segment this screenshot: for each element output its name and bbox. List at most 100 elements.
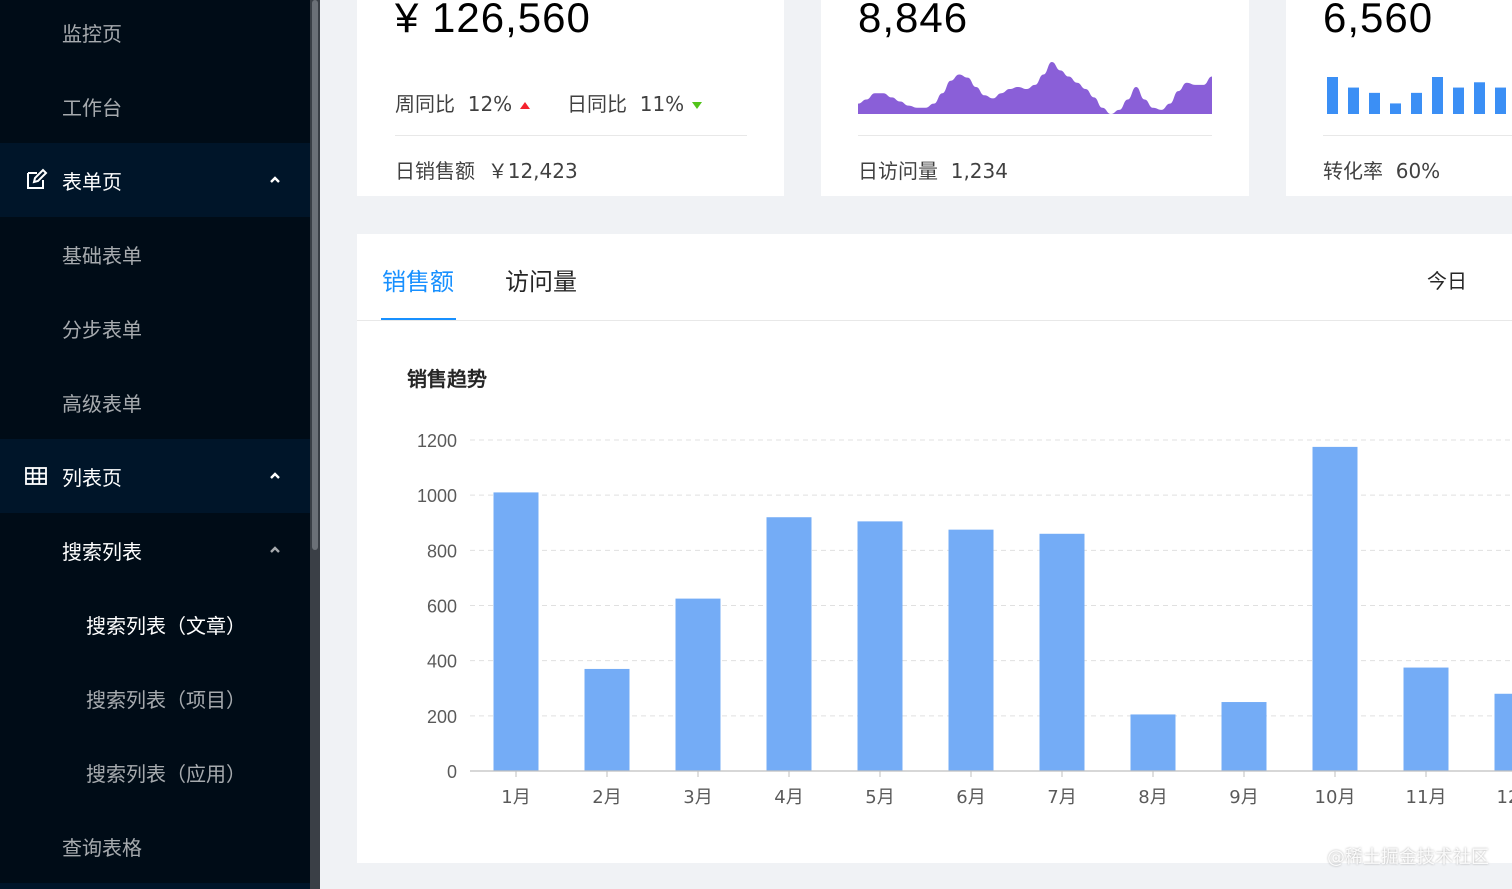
y-tick-label: 800 — [427, 541, 457, 561]
card-divider — [1323, 135, 1512, 136]
sidebar-item-advanced-form[interactable]: 高级表单 — [0, 365, 310, 439]
sidebar: 监控页 工作台 表单页 基础表单 分步表单 高级表单 列表页 搜索列表 搜索列表… — [0, 0, 310, 889]
mini-bar — [1474, 82, 1485, 114]
sidebar-item-label: 搜索列表（文章） — [86, 613, 246, 638]
sidebar-item-query-table[interactable]: 查询表格 — [0, 809, 310, 883]
daily-sales: 日销售额 ￥12,423 — [395, 155, 578, 184]
bar[interactable] — [493, 492, 539, 771]
conversion-rate: 转化率 60% — [1323, 155, 1440, 184]
scrollbar-thumb[interactable] — [312, 0, 318, 550]
caret-up-icon — [520, 102, 531, 109]
sidebar-item-label: 搜索列表 — [62, 539, 142, 564]
bar[interactable] — [1312, 446, 1358, 771]
total-payments-value: 6,560 — [1323, 0, 1434, 41]
x-tick-label: 2月 — [592, 787, 621, 808]
y-tick-label: 200 — [427, 707, 457, 727]
sidebar-item-label: 分步表单 — [62, 317, 142, 342]
daily-sales-label: 日销售额 — [395, 159, 475, 183]
sidebar-item-label: 监控页 — [62, 21, 122, 46]
tabs-divider — [357, 320, 1512, 321]
tab-sales[interactable]: 销售额 — [382, 262, 454, 297]
mini-bar — [1411, 92, 1422, 114]
payments-card: 6,560 转化率 60% — [1286, 0, 1512, 196]
sidebar-item-label: 搜索列表（项目） — [86, 687, 246, 712]
week-compare-value: 12% — [467, 92, 513, 116]
watermark: @稀土掘金技术社区 — [1327, 847, 1489, 868]
conversion-rate-value: 60% — [1395, 159, 1441, 183]
edit-icon — [27, 168, 48, 189]
x-tick-label: 10月 — [1315, 787, 1356, 808]
sidebar-item-label: 基础表单 — [62, 243, 142, 268]
bar[interactable] — [857, 521, 903, 771]
y-tick-label: 600 — [427, 597, 457, 617]
sidebar-scrollbar[interactable] — [310, 0, 320, 889]
bar[interactable] — [675, 598, 721, 771]
sales-bar-chart: 0 200 400 600 800 1000 1200 1月 2月 3月 4月 5月 6月 7月 8月 9月 1… — [417, 431, 1512, 808]
sidebar-item-search-list[interactable]: 搜索列表 — [0, 513, 310, 587]
card-divider — [395, 135, 747, 136]
x-tick-label: 1月 — [501, 787, 530, 808]
sidebar-item-label: 工作台 — [62, 95, 122, 120]
daily-visits-label: 日访问量 — [858, 159, 938, 183]
bar[interactable] — [584, 668, 630, 771]
bar[interactable] — [1221, 702, 1267, 771]
x-tick-label: 6月 — [956, 787, 985, 808]
y-tick-label: 1000 — [417, 486, 457, 506]
y-tick-label: 1200 — [417, 431, 457, 451]
sidebar-group-label: 表单页 — [62, 169, 122, 194]
sidebar-item-step-form[interactable]: 分步表单 — [0, 291, 310, 365]
x-tick-label: 7月 — [1047, 787, 1076, 808]
caret-down-icon — [692, 102, 703, 109]
bar[interactable] — [1039, 533, 1085, 771]
sidebar-group-label: 列表页 — [62, 465, 122, 490]
mini-bar — [1390, 103, 1401, 114]
visits-card: 8,846 日访问量 1,234 — [821, 0, 1249, 196]
mini-bar — [1327, 77, 1338, 114]
mini-bar — [1453, 87, 1464, 114]
sidebar-item-label: 高级表单 — [62, 391, 142, 416]
sidebar-item-label: 查询表格 — [62, 835, 142, 860]
day-compare-label: 日同比 — [567, 92, 627, 116]
bar[interactable] — [1403, 667, 1449, 771]
x-tick-label: 8月 — [1138, 787, 1167, 808]
sidebar-item-basic-form[interactable]: 基础表单 — [0, 217, 310, 291]
x-tick-label: 4月 — [774, 787, 803, 808]
sidebar-group-list[interactable]: 列表页 — [0, 439, 310, 513]
tab-visits[interactable]: 访问量 — [505, 262, 577, 297]
sales-trend-card: 销售额 访问量 今日 销售趋势 0 200 400 600 800 1000 1200 1月 2… — [357, 234, 1512, 863]
bar[interactable] — [766, 517, 812, 771]
daily-sales-value: ￥12,423 — [487, 159, 578, 183]
mini-bar — [1369, 92, 1380, 114]
daily-visits: 日访问量 1,234 — [858, 155, 1008, 184]
sales-card: ¥ 126,560 周同比 12% 日同比 11% 日销售额 ￥12,423 — [357, 0, 784, 196]
bar[interactable] — [948, 529, 994, 771]
chevron-up-icon — [270, 472, 280, 479]
mini-bar — [1495, 87, 1506, 114]
total-visits-value: 8,846 — [858, 0, 969, 41]
mini-area — [858, 62, 1212, 114]
sidebar-item-search-projects[interactable]: 搜索列表（项目） — [0, 661, 310, 735]
daily-visits-value: 1,234 — [950, 159, 1008, 183]
y-tick-label: 0 — [447, 762, 457, 782]
bar[interactable] — [1494, 693, 1512, 771]
sidebar-item-workplace[interactable]: 工作台 — [0, 69, 310, 143]
day-compare-value: 11% — [639, 92, 685, 116]
sidebar-item-monitor[interactable]: 监控页 — [0, 0, 310, 69]
x-tick-label: 11月 — [1406, 787, 1447, 808]
week-compare: 周同比 12% — [395, 88, 531, 117]
chevron-up-icon — [270, 546, 280, 553]
bar[interactable] — [1130, 714, 1176, 771]
payments-mini-bar-chart — [1327, 77, 1506, 114]
sidebar-item-label: 搜索列表（应用） — [86, 761, 246, 786]
visits-mini-area-chart — [858, 62, 1212, 114]
mini-bar — [1348, 87, 1359, 114]
mini-bar — [1432, 77, 1443, 114]
sidebar-item-search-articles[interactable]: 搜索列表（文章） — [0, 587, 310, 661]
x-tick-label: 12月 — [1497, 787, 1512, 808]
sidebar-item-search-apps[interactable]: 搜索列表（应用） — [0, 735, 310, 809]
range-today[interactable]: 今日 — [1427, 265, 1467, 294]
table-icon — [25, 467, 47, 485]
chevron-up-icon — [270, 176, 280, 183]
day-compare: 日同比 11% — [567, 88, 703, 117]
sidebar-group-form[interactable]: 表单页 — [0, 143, 310, 217]
